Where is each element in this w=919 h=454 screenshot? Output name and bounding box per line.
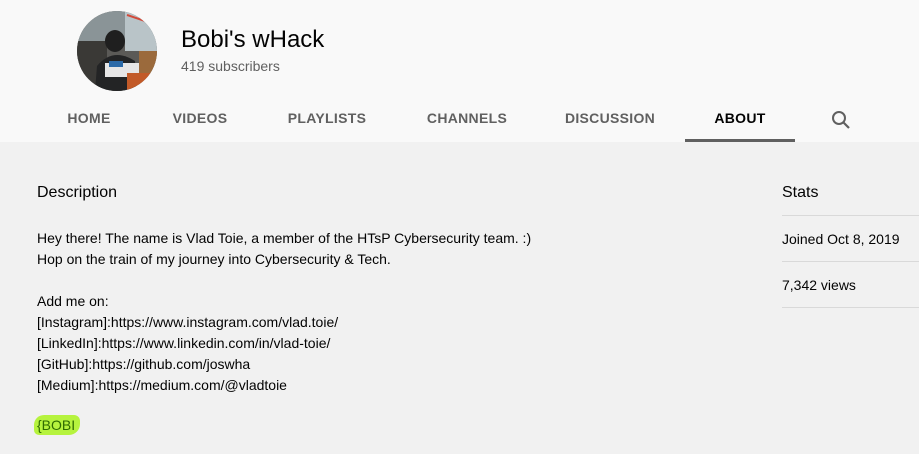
description-link-github: [GitHub]:https://github.com/joswha bbox=[37, 356, 251, 372]
description-link-linkedin: [LinkedIn]:https://www.linkedin.com/in/v… bbox=[37, 335, 331, 351]
channel-name: Bobi's wHack bbox=[181, 26, 325, 53]
tab-home[interactable]: HOME bbox=[39, 96, 139, 142]
view-count: 7,342 views bbox=[782, 277, 856, 293]
tab-playlists[interactable]: PLAYLISTS bbox=[272, 96, 382, 142]
description-line: Hop on the train of my journey into Cybe… bbox=[37, 251, 391, 267]
channel-header: Bobi's wHack 419 subscribers HOME VIDEOS… bbox=[0, 0, 919, 142]
stats-divider bbox=[782, 261, 919, 262]
description-line: Hey there! The name is Vlad Toie, a memb… bbox=[37, 230, 532, 246]
tab-videos[interactable]: VIDEOS bbox=[150, 96, 250, 142]
description-title: Description bbox=[37, 184, 118, 201]
tab-channels[interactable]: CHANNELS bbox=[412, 96, 522, 142]
channel-tabs: HOME VIDEOS PLAYLISTS CHANNELS DISCUSSIO… bbox=[0, 96, 919, 142]
search-icon[interactable] bbox=[829, 108, 853, 132]
tab-about[interactable]: ABOUT bbox=[685, 96, 795, 142]
stats-divider bbox=[782, 307, 919, 308]
description-link-medium: [Medium]:https://medium.com/@vladtoie bbox=[37, 377, 287, 393]
stats-divider bbox=[782, 215, 919, 216]
subscriber-count: 419 subscribers bbox=[181, 58, 280, 74]
stats-title: Stats bbox=[782, 184, 819, 201]
description-line: Add me on: bbox=[37, 293, 109, 309]
joined-date: Joined Oct 8, 2019 bbox=[782, 231, 900, 247]
channel-avatar[interactable] bbox=[77, 11, 157, 91]
description-link-instagram: [Instagram]:https://www.instagram.com/vl… bbox=[37, 314, 339, 330]
highlighted-text: {BOBI bbox=[34, 415, 81, 435]
tab-discussion[interactable]: DISCUSSION bbox=[555, 96, 665, 142]
